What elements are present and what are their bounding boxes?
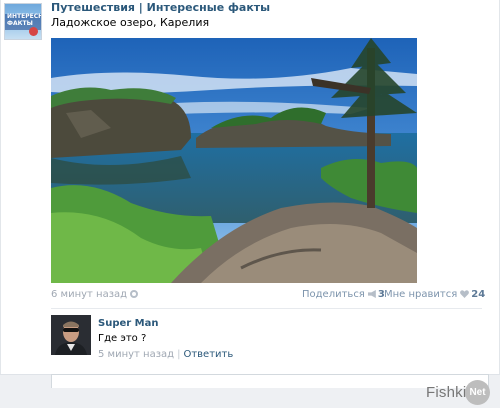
like-count: 24 (471, 289, 486, 300)
post-time[interactable]: 6 минут назад (51, 289, 127, 300)
comment-author-link[interactable]: Super Man (98, 318, 159, 329)
comments-divider (51, 308, 482, 309)
comment-input[interactable] (51, 374, 489, 388)
lake-landscape-image (51, 38, 417, 283)
comment-time[interactable]: 5 минут назад (98, 349, 174, 360)
comment-text: Где это ? (98, 333, 147, 344)
commenter-photo (51, 315, 91, 355)
megaphone-icon (367, 290, 376, 298)
comment-meta-separator: | (177, 349, 181, 360)
comment-meta: 5 минут назад | Ответить (98, 349, 233, 360)
post-photo[interactable] (51, 38, 417, 283)
post-meta: 6 минут назад (51, 289, 139, 300)
post-text: Ладожское озеро, Карелия (51, 16, 210, 29)
heart-icon (460, 290, 470, 298)
watermark-badge: Net (465, 380, 490, 405)
commenter-avatar[interactable] (51, 315, 91, 355)
left-border (0, 0, 1, 408)
group-name-link[interactable]: Путешествия | Интересные факты (51, 1, 270, 14)
group-avatar-text: ИНТЕРЕСНЫЕ ФАКТЫ (7, 13, 41, 27)
share-button[interactable]: Поделиться 3 (302, 289, 385, 300)
like-button[interactable]: Мне нравится 24 (384, 289, 485, 300)
like-label: Мне нравится (384, 289, 458, 300)
avatar-heart-icon (29, 27, 38, 36)
reply-link[interactable]: Ответить (183, 349, 233, 360)
share-label: Поделиться (302, 289, 365, 300)
group-avatar[interactable]: ИНТЕРЕСНЫЕ ФАКТЫ (4, 3, 42, 40)
watermark-text: Fishki (426, 384, 467, 401)
gear-icon[interactable] (130, 290, 139, 298)
